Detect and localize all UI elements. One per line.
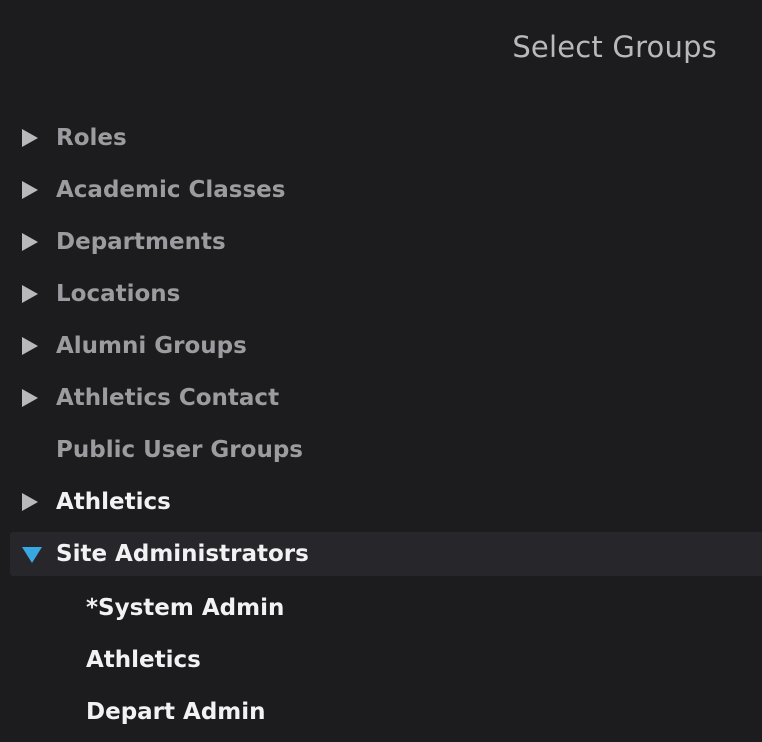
tree-child-label: *System Admin: [86, 595, 285, 621]
tree-item-label: Departments: [56, 229, 226, 255]
tree-item-label: Athletics: [56, 489, 171, 515]
caret-right-icon[interactable]: [22, 284, 42, 304]
tree-item-departments[interactable]: Departments: [0, 216, 762, 268]
page-title: Select Groups: [512, 30, 717, 64]
tree-item-public-user-groups[interactable]: Public User Groups: [0, 424, 762, 476]
tree-item-alumni-groups[interactable]: Alumni Groups: [0, 320, 762, 372]
tree-item-site-administrators[interactable]: Site Administrators: [10, 532, 762, 576]
caret-right-icon[interactable]: [22, 232, 42, 252]
tree-child-athletics[interactable]: Athletics: [0, 634, 762, 686]
tree-item-label: Academic Classes: [56, 177, 286, 203]
select-groups-page: Select Groups Roles Academic Classes Dep…: [0, 0, 762, 742]
tree-child-label: Depart Admin: [86, 699, 266, 725]
tree-child-label: Athletics: [86, 647, 201, 673]
tree-item-label: Locations: [56, 281, 181, 307]
tree-child-system-admin[interactable]: *System Admin: [0, 582, 762, 634]
caret-right-icon[interactable]: [22, 128, 42, 148]
caret-down-icon[interactable]: [22, 544, 42, 564]
tree-item-label: Public User Groups: [56, 437, 303, 463]
tree-item-label: Roles: [56, 125, 127, 151]
tree-item-roles[interactable]: Roles: [0, 112, 762, 164]
group-tree: Roles Academic Classes Departments Locat…: [0, 112, 762, 738]
tree-item-academic-classes[interactable]: Academic Classes: [0, 164, 762, 216]
caret-right-icon[interactable]: [22, 388, 42, 408]
caret-right-icon[interactable]: [22, 492, 42, 512]
tree-item-locations[interactable]: Locations: [0, 268, 762, 320]
tree-item-label: Site Administrators: [56, 541, 309, 567]
tree-item-athletics-contact[interactable]: Athletics Contact: [0, 372, 762, 424]
tree-item-label: Athletics Contact: [56, 385, 280, 411]
tree-item-label: Alumni Groups: [56, 333, 247, 359]
caret-right-icon[interactable]: [22, 180, 42, 200]
tree-item-athletics[interactable]: Athletics: [0, 476, 762, 528]
tree-child-depart-admin[interactable]: Depart Admin: [0, 686, 762, 738]
caret-right-icon[interactable]: [22, 336, 42, 356]
